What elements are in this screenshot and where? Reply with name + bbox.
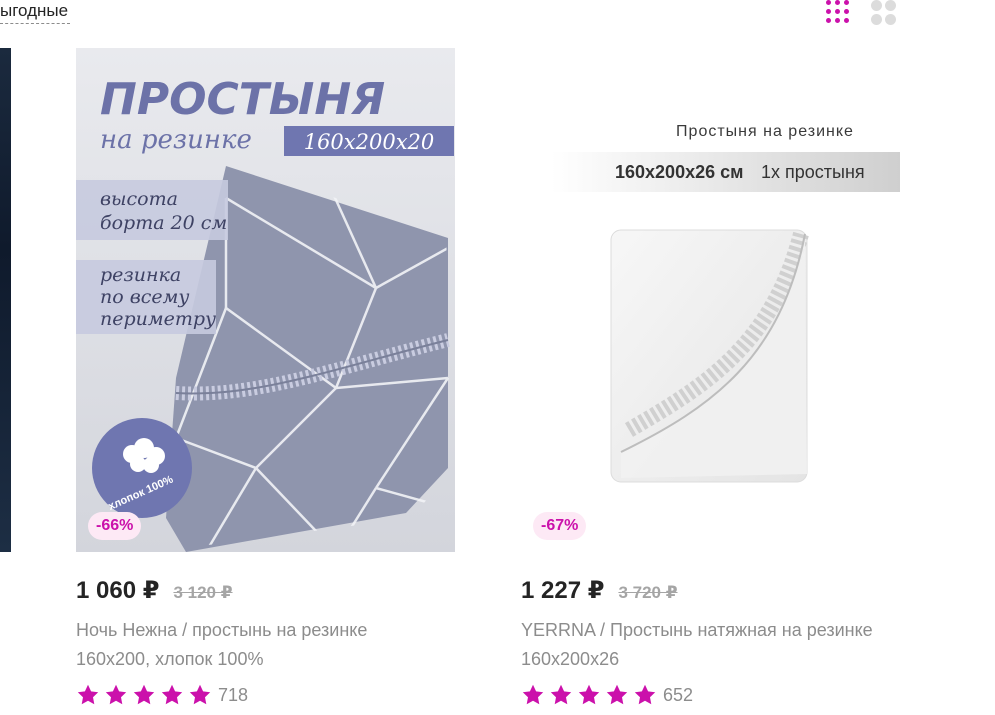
product-image[interactable]: Простыня на резинке 160х200х26 см 1х про… [521, 48, 900, 552]
cover-band-line2: по всему [100, 286, 189, 308]
view-toggle-small-grid[interactable] [826, 0, 854, 24]
grid-small-icon [826, 0, 854, 24]
star-icon [105, 684, 127, 705]
reviews-count[interactable]: 652 [663, 685, 693, 706]
star-icon [77, 684, 99, 705]
cover-size-label: 160х200х20 [304, 130, 435, 154]
grid-large-icon [871, 0, 899, 25]
grid-dot [844, 9, 849, 14]
grid-dot [835, 18, 840, 23]
star-icon [578, 684, 600, 705]
cover-size-rest: 1х простыня [761, 162, 865, 182]
grid-dot [835, 9, 840, 14]
star-icon [189, 684, 211, 705]
grid-dot [871, 14, 882, 25]
price: 1 227 ₽ [521, 577, 605, 604]
product-image[interactable]: ПРОСТЫНЯ на резинке 160х200х20 высота бо… [76, 48, 455, 552]
star-icon [133, 684, 155, 705]
rating: 718 [76, 680, 456, 710]
side-banner-image[interactable] [0, 48, 11, 552]
cover-headline: ПРОСТЫНЯ [100, 74, 385, 125]
discount-badge: -66% [88, 512, 142, 540]
grid-dot [826, 0, 831, 5]
view-toggle-large-grid[interactable] [871, 0, 899, 25]
grid-dot [871, 0, 882, 11]
grid-dot [835, 0, 840, 5]
grid-dot [844, 18, 849, 23]
rating: 652 [521, 680, 901, 710]
rating-stars [521, 683, 657, 707]
cover-headline: Простыня на резинке [676, 123, 854, 140]
product-title[interactable]: YERRNA / Простынь натяжная на резинке 16… [521, 616, 891, 674]
product-title[interactable]: Ночь Нежна / простынь на резинке 160х200… [76, 616, 446, 674]
cover-subline: на резинке [100, 125, 252, 155]
cover-band-line3: периметру [100, 308, 216, 330]
grid-dot [844, 0, 849, 5]
cover-height-line1: высота [100, 188, 178, 210]
rating-stars [76, 683, 212, 707]
star-icon [161, 684, 183, 705]
star-icon [550, 684, 572, 705]
star-icon [606, 684, 628, 705]
discount-badge: -67% [533, 512, 587, 540]
grid-dot [826, 18, 831, 23]
product-card[interactable]: Простыня на резинке 160х200х26 см 1х про… [521, 48, 901, 710]
product-photo-fitted-sheet-grey: ПРОСТЫНЯ на резинке 160х200х20 высота бо… [76, 48, 455, 552]
cover-height-line2: борта 20 см [100, 212, 227, 234]
price: 1 060 ₽ [76, 577, 160, 604]
grid-dot [885, 14, 896, 25]
cover-size-bold: 160х200х26 см [615, 162, 743, 182]
reviews-count[interactable]: 718 [218, 685, 248, 706]
grid-dot [826, 9, 831, 14]
product-photo-fitted-sheet-white: Простыня на резинке 160х200х26 см 1х про… [521, 48, 900, 552]
star-icon [634, 684, 656, 705]
sort-dropdown[interactable]: ыгодные [0, 0, 71, 24]
old-price: 3 120 ₽ [173, 583, 233, 602]
grid-dot [885, 0, 896, 11]
star-icon [522, 684, 544, 705]
product-card[interactable]: ПРОСТЫНЯ на резинке 160х200х20 высота бо… [76, 48, 456, 710]
cover-band-line1: резинка [100, 264, 181, 286]
old-price: 3 720 ₽ [618, 583, 678, 602]
